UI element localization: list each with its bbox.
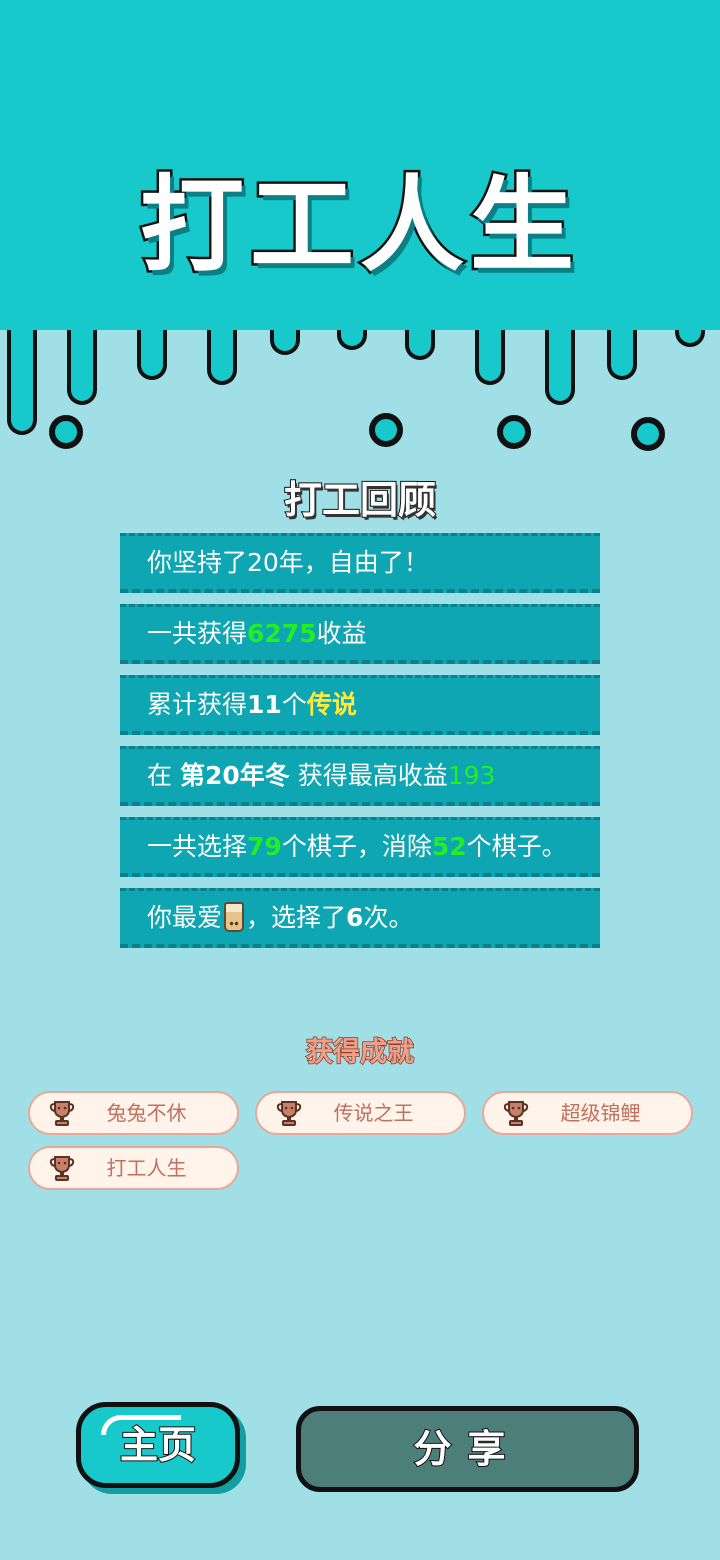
stat-text: 52 [431,832,467,861]
review-title: 打工回顾 [283,477,437,523]
share-button[interactable]: 分享 [296,1406,639,1492]
achievement-badge[interactable]: 打工人生 [28,1146,239,1190]
stat-text: 11 [247,690,282,719]
achievement-label: 兔兔不休 [106,1101,187,1125]
home-button[interactable]: 主页 [76,1402,240,1488]
stat-row: 在 第20年冬 获得最高收益193 [120,746,600,806]
stat-text: 获得最高收益 [289,761,448,790]
achievement-label: 打工人生 [106,1156,187,1180]
stat-text: 累计获得 [147,690,248,719]
milk-tea-icon [224,902,245,932]
stat-text: 收益 [316,619,367,648]
stat-text: 次。 [363,903,414,932]
stat-text: ，选择了 [246,903,347,932]
stat-text: 一共选择 [147,832,248,861]
stat-text: 你坚持了20年，自由了！ [147,548,429,577]
trophy-icon [276,1101,302,1126]
achievement-badge[interactable]: 传说之王 [255,1091,466,1135]
stat-text: 6275 [247,619,317,648]
button-gloss [101,1415,181,1435]
share-button-label: 分享 [412,1426,522,1472]
achievement-label: 超级锦鲤 [560,1101,641,1125]
stat-text: 个 [281,690,307,719]
stat-text: 个棋子。 [466,832,567,861]
stat-text: 传说 [306,690,357,719]
trophy-icon [49,1101,75,1126]
stat-text: 193 [447,761,496,790]
stat-row: 累计获得11个传说 [120,675,600,735]
stat-row: 你坚持了20年，自由了！ [120,533,600,593]
stat-text: 一共获得 [147,619,248,648]
stat-text: 第20年冬 [179,761,290,790]
trophy-icon [49,1156,75,1181]
stat-row: 一共选择79个棋子，消除52个棋子。 [120,817,600,877]
game-title: 打工人生 [137,162,580,289]
trophy-icon [503,1101,529,1126]
achievement-badge[interactable]: 兔兔不休 [28,1091,239,1135]
stat-row: 一共获得6275收益 [120,604,600,664]
achievements-title: 获得成就 [305,1036,415,1069]
stat-text: 6 [346,903,364,932]
stat-text: 你最爱 [147,903,223,932]
stat-text: 79 [247,832,282,861]
stat-text: 在 [147,761,180,790]
stat-row: 你最爱 ，选择了6次。 [120,888,600,948]
achievement-badge[interactable]: 超级锦鲤 [482,1091,693,1135]
stat-text: 个棋子，消除 [281,832,432,861]
achievement-label: 传说之王 [333,1101,414,1125]
